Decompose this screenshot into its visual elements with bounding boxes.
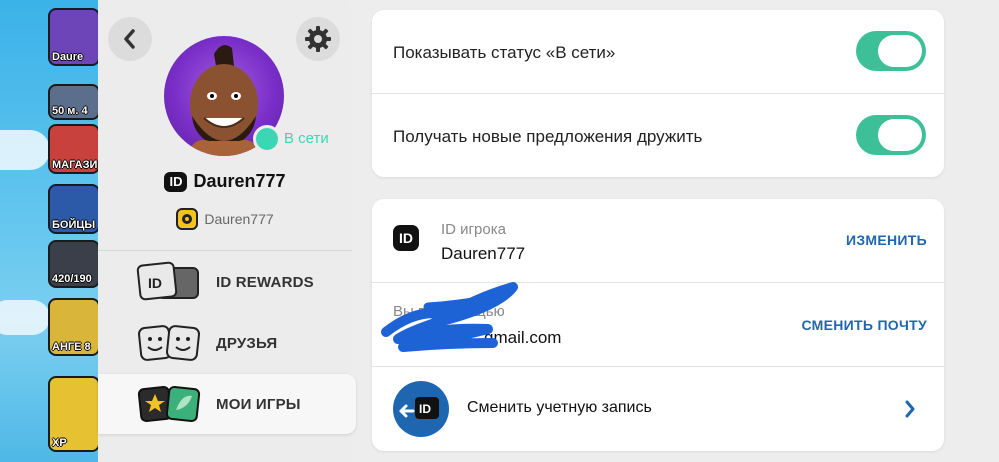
game-background: Daure 50 м. 4 МАГАЗИ БОЙЦЫ 420/190 АНГЕ … (0, 0, 100, 462)
id-badge-icon: ID (393, 225, 419, 251)
game-brawlers-button[interactable]: БОЙЦЫ (48, 184, 100, 234)
profile-panel: В сети ID Dauren777 Dauren777 ID ID REWA… (98, 0, 356, 462)
back-button[interactable] (108, 17, 152, 61)
game-profile-button[interactable]: Daure (48, 8, 100, 66)
svg-text:ID: ID (148, 275, 162, 291)
online-status-label: В сети (284, 130, 329, 147)
my-games-icon (137, 386, 201, 422)
switch-account-row[interactable]: ID Сменить учетную запись (372, 367, 944, 451)
game-angel-button[interactable]: АНГЕ 8 (48, 298, 100, 356)
gear-icon (305, 26, 331, 52)
game-event-button[interactable]: 50 м. 4 (48, 84, 100, 120)
game-username: Dauren777 (204, 211, 274, 227)
privacy-settings-card: Показывать статус «В сети» Получать новы… (372, 10, 944, 177)
account-card: ID ID игрока Dauren777 ИЗМЕНИТЬ Вы во по… (372, 199, 944, 451)
divider (98, 250, 352, 251)
online-status-dot (253, 125, 281, 153)
game-username-row: Dauren777 (98, 208, 352, 230)
profile-username: Dauren777 (193, 171, 286, 191)
menu-item-label: ID REWARDS (216, 273, 314, 291)
setting-label: Показывать статус «В сети» (393, 43, 616, 62)
chevron-left-icon (124, 29, 135, 49)
player-id-label: ID игрока (441, 221, 506, 238)
online-status-toggle[interactable] (856, 31, 926, 71)
change-id-button[interactable]: ИЗМЕНИТЬ (846, 232, 927, 248)
switch-account-icon: ID (393, 381, 449, 437)
change-email-button[interactable]: СМЕНИТЬ ПОЧТУ (801, 317, 927, 333)
game-shop-button[interactable]: МАГАЗИ (48, 124, 100, 174)
menu-item-friends[interactable]: ДРУЗЬЯ (98, 313, 356, 373)
brawl-stars-icon (176, 208, 199, 230)
menu-item-my-games[interactable]: МОИ ИГРЫ (98, 374, 356, 434)
username-row: ID Dauren777 (98, 171, 352, 192)
redaction-scribble (381, 282, 518, 352)
cloud (0, 130, 50, 170)
game-trophy-button[interactable]: 420/190 (48, 240, 100, 288)
cloud (0, 300, 50, 335)
setting-row-friend-requests: Получать новые предложения дружить (372, 94, 944, 177)
setting-label: Получать новые предложения дружить (393, 127, 703, 146)
game-xp-button[interactable]: XP (48, 376, 100, 452)
toggle-knob (878, 35, 922, 67)
menu-item-label: ДРУЗЬЯ (216, 334, 278, 352)
menu-item-label: МОИ ИГРЫ (216, 395, 301, 413)
chevron-right-icon (905, 400, 915, 418)
player-id-row: ID ID игрока Dauren777 ИЗМЕНИТЬ (372, 199, 944, 283)
id-card-icon: ID (136, 261, 199, 301)
player-id-value: Dauren777 (441, 244, 526, 263)
id-badge-icon: ID (164, 171, 188, 192)
friends-icon (138, 325, 200, 361)
toggle-knob (878, 119, 922, 151)
setting-row-online-status: Показывать статус «В сети» (372, 10, 944, 94)
menu-item-id-rewards[interactable]: ID ID REWARDS (98, 252, 356, 312)
switch-account-label: Сменить учетную запись (467, 399, 652, 416)
svg-text:ID: ID (419, 402, 431, 416)
settings-button[interactable] (296, 17, 340, 61)
email-row: Вы во помощью gmail.com СМЕНИТЬ ПОЧТУ (372, 282, 944, 367)
friend-requests-toggle[interactable] (856, 115, 926, 155)
